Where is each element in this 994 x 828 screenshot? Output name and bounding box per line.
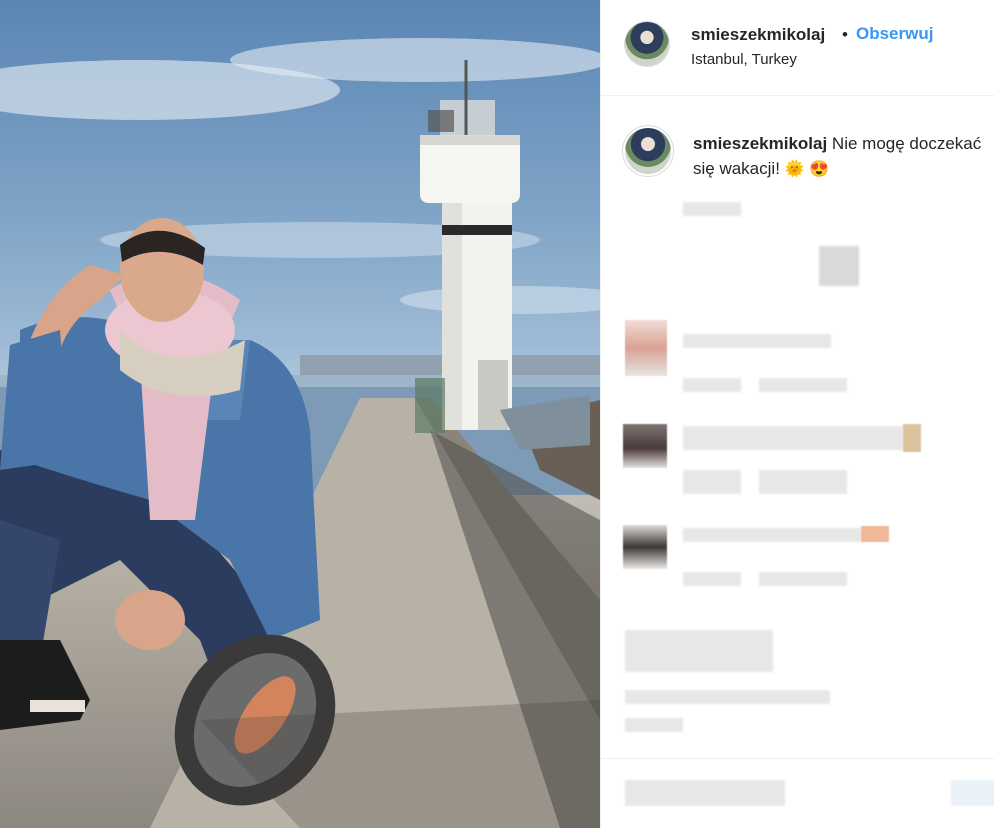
blurred-emoji <box>903 424 921 452</box>
avatar[interactable] <box>625 22 669 66</box>
blurred-comment-input <box>625 780 785 806</box>
blurred-avatar <box>625 320 667 376</box>
blurred-block <box>819 246 859 286</box>
post-header: smieszekmikolaj • Obserwuj Istanbul, Tur… <box>601 0 994 96</box>
blurred-actions <box>625 630 773 672</box>
blurred-comment <box>683 528 861 542</box>
caption-text-line1: Nie mogę doczekać <box>827 134 982 153</box>
post-photo-illustration <box>0 38 600 828</box>
blurred-comment-meta <box>683 470 741 494</box>
caption-avatar[interactable] <box>625 128 671 174</box>
blurred-timestamp <box>683 202 741 216</box>
blurred-comment-meta <box>683 378 741 392</box>
blurred-avatar <box>623 525 667 569</box>
heart-eyes-emoji: 😍 <box>809 161 830 178</box>
blurred-comment-meta <box>759 572 847 586</box>
caption-text-line2: się wakacji! <box>693 159 785 178</box>
blurred-comment <box>683 334 831 348</box>
location-link[interactable]: Istanbul, Turkey <box>691 51 797 68</box>
blurred-comment-meta <box>759 378 847 392</box>
blurred-avatar <box>623 424 667 468</box>
blurred-likes <box>625 690 830 704</box>
blurred-comment-meta <box>683 572 741 586</box>
sun-emoji: 🌞 <box>784 161 805 178</box>
follow-button[interactable]: Obserwuj <box>856 24 933 44</box>
blurred-comment <box>683 426 903 450</box>
post-photo[interactable] <box>0 0 600 828</box>
caption-username-link[interactable]: smieszekmikolaj <box>693 134 827 153</box>
header-separator: • <box>842 25 848 44</box>
post-side-panel: smieszekmikolaj • Obserwuj Istanbul, Tur… <box>600 0 994 828</box>
blurred-comment-meta <box>759 470 847 494</box>
post-caption: smieszekmikolaj Nie mogę doczekać się wa… <box>693 131 994 182</box>
header-username-link[interactable]: smieszekmikolaj <box>691 25 825 45</box>
divider <box>601 758 994 759</box>
blurred-post-button <box>951 780 994 806</box>
blurred-emoji <box>861 526 889 542</box>
blurred-date <box>625 718 683 732</box>
